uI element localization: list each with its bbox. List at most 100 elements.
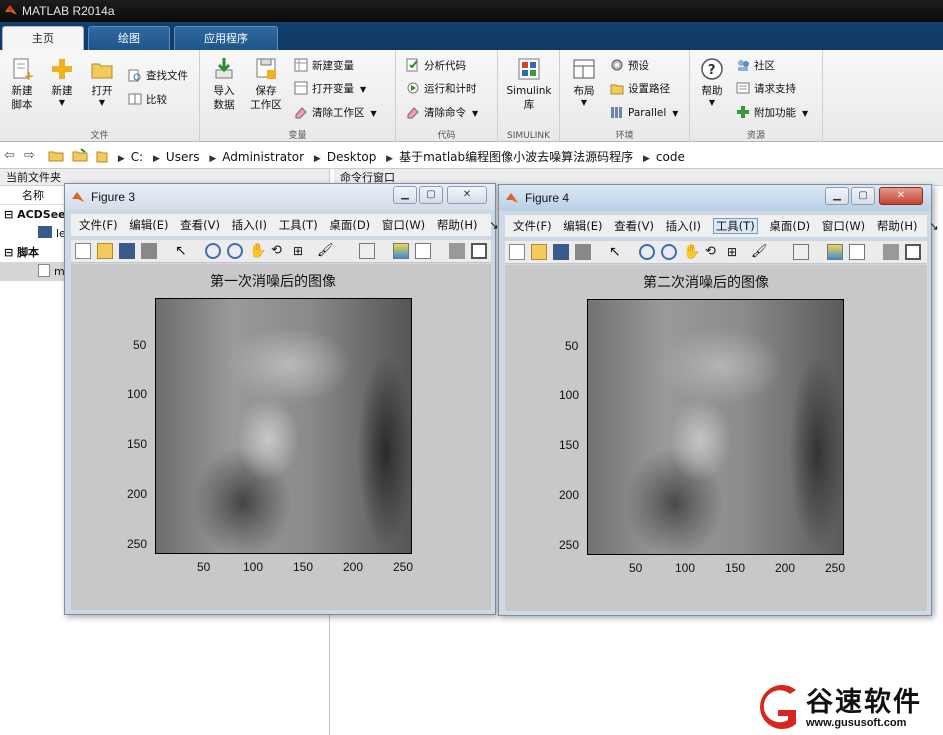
menu-view[interactable]: 查看(V) [614,219,654,233]
save-workspace-button[interactable]: 保存 工作区 [246,56,286,112]
figure-title-bar[interactable]: Figure 4 ▁ ▢ ✕ [499,185,931,211]
open-file-icon[interactable] [531,244,547,260]
hide-plot-tools-icon[interactable] [883,244,899,260]
breadcrumb-item[interactable]: Administrator [222,150,304,164]
menu-edit[interactable]: 编辑(E) [129,218,168,232]
new-figure-icon[interactable] [509,244,525,260]
new-figure-icon[interactable] [75,243,91,259]
set-path-button[interactable]: 设置路径 [610,79,670,99]
pan-icon[interactable]: ✋ [683,244,700,260]
pointer-icon[interactable]: ↖ [609,244,625,260]
menu-desktop[interactable]: 桌面(D) [769,219,810,233]
close-button[interactable]: ✕ [879,187,923,205]
open-button[interactable]: 打开 ▼ [82,56,122,107]
zoom-out-icon[interactable] [661,244,677,260]
compare-button[interactable]: 比较 [128,90,167,110]
link-plot-icon[interactable] [793,244,809,260]
menu-window[interactable]: 窗口(W) [822,219,865,233]
menu-view[interactable]: 查看(V) [180,218,220,232]
rotate-3d-icon[interactable]: ⟲ [271,243,287,259]
colorbar-icon[interactable] [827,244,843,260]
layout-button[interactable]: 布局 ▼ [564,56,604,107]
data-cursor-icon[interactable]: ⊞ [727,244,743,260]
zoom-out-icon[interactable] [227,243,243,259]
menu-file[interactable]: 文件(F) [79,218,118,232]
legend-icon[interactable] [415,243,431,259]
menu-help[interactable]: 帮助(H) [437,218,478,232]
open-variable-button[interactable]: 打开变量 ▼ [294,79,366,99]
figure-window-4[interactable]: Figure 4 ▁ ▢ ✕ 文件(F) 编辑(E) 查看(V) 插入(I) 工… [498,184,939,616]
help-button[interactable]: ? 帮助 ▼ [692,56,732,107]
figure-window-3[interactable]: Figure 3 ▁ ▢ ✕ 文件(F) 编辑(E) 查看(V) 插入(I) 工… [64,183,499,615]
collapse-icon[interactable]: ⊟ [4,208,13,221]
community-button[interactable]: 社区 [736,56,775,76]
figure-title-bar[interactable]: Figure 3 ▁ ▢ ✕ [65,184,495,210]
breadcrumb-item[interactable]: Desktop [327,150,377,164]
show-plot-tools-icon[interactable] [471,243,487,259]
addons-button[interactable]: 附加功能 ▼ [736,103,808,123]
save-icon[interactable] [119,243,135,259]
clear-commands-button[interactable]: 清除命令 ▼ [406,103,478,123]
new-variable-button[interactable]: 新建变量 [294,56,354,76]
minimize-button[interactable]: ▁ [825,187,849,205]
simulink-library-button[interactable]: Simulink 库 [504,56,554,112]
up-folder-icon[interactable] [48,147,64,163]
analyze-code-button[interactable]: 分析代码 [406,56,466,76]
import-data-button[interactable]: 导入 数据 [204,56,244,112]
y-tick-label: 250 [559,538,580,552]
tab-apps[interactable]: 应用程序 [174,26,278,50]
clear-workspace-button[interactable]: 清除工作区 ▼ [294,103,377,123]
rotate-3d-icon[interactable]: ⟲ [705,244,721,260]
pointer-icon[interactable]: ↖ [175,243,191,259]
hide-plot-tools-icon[interactable] [449,243,465,259]
zoom-in-icon[interactable] [205,243,221,259]
brush-icon[interactable]: 🖌 [317,243,334,259]
print-icon[interactable] [141,243,157,259]
show-plot-tools-icon[interactable] [905,244,921,260]
menu-tools[interactable]: 工具(T) [712,218,758,234]
tab-plots[interactable]: 绘图 [88,26,170,50]
menu-overflow-icon[interactable]: ↘ [929,219,939,233]
link-plot-icon[interactable] [359,243,375,259]
minimize-button[interactable]: ▁ [393,186,417,204]
find-files-button[interactable]: 查找文件 [128,66,188,86]
breadcrumb-item[interactable]: 基于matlab编程图像小波去噪算法源码程序 [399,150,633,164]
collapse-icon[interactable]: ⊟ [4,246,13,259]
preferences-button[interactable]: 预设 [610,56,649,76]
maximize-button[interactable]: ▢ [419,186,443,204]
pan-icon[interactable]: ✋ [249,243,266,259]
tab-home[interactable]: 主页 [2,26,84,50]
menu-tools[interactable]: 工具(T) [279,218,318,232]
parallel-button[interactable]: Parallel ▼ [610,103,678,123]
breadcrumb-item[interactable]: code [656,150,685,164]
save-icon[interactable] [553,244,569,260]
figure-menu-bar: 文件(F) 编辑(E) 查看(V) 插入(I) 工具(T) 桌面(D) 窗口(W… [505,215,939,237]
menu-insert[interactable]: 插入(I) [232,218,267,232]
new-button[interactable]: 新建 ▼ [42,56,82,107]
data-cursor-icon[interactable]: ⊞ [293,243,309,259]
new-script-button[interactable]: + 新建 脚本 [2,56,42,112]
browse-folder-icon[interactable] [72,147,88,163]
maximize-button[interactable]: ▢ [851,187,875,205]
legend-icon[interactable] [849,244,865,260]
open-file-icon[interactable] [97,243,113,259]
request-support-button[interactable]: 请求支持 [736,79,796,99]
address-bar: ⇦ ⇨ ▶ C: ▶ Users ▶ Administrator ▶ Desktop ▶… [0,143,943,169]
brush-icon[interactable]: 🖌 [751,244,768,260]
menu-insert[interactable]: 插入(I) [666,219,701,233]
back-arrow-icon[interactable]: ⇦ [4,148,15,163]
run-and-time-button[interactable]: 运行和计时 [406,79,477,99]
menu-edit[interactable]: 编辑(E) [563,219,602,233]
print-icon[interactable] [575,244,591,260]
breadcrumb-item[interactable]: C: [131,150,143,164]
colorbar-icon[interactable] [393,243,409,259]
menu-help[interactable]: 帮助(H) [877,219,918,233]
menu-desktop[interactable]: 桌面(D) [329,218,370,232]
x-tick-label: 250 [393,560,414,574]
close-button[interactable]: ✕ [447,186,487,204]
breadcrumb-item[interactable]: Users [166,150,200,164]
menu-file[interactable]: 文件(F) [513,219,552,233]
zoom-in-icon[interactable] [639,244,655,260]
forward-arrow-icon[interactable]: ⇨ [24,148,35,163]
menu-window[interactable]: 窗口(W) [382,218,425,232]
